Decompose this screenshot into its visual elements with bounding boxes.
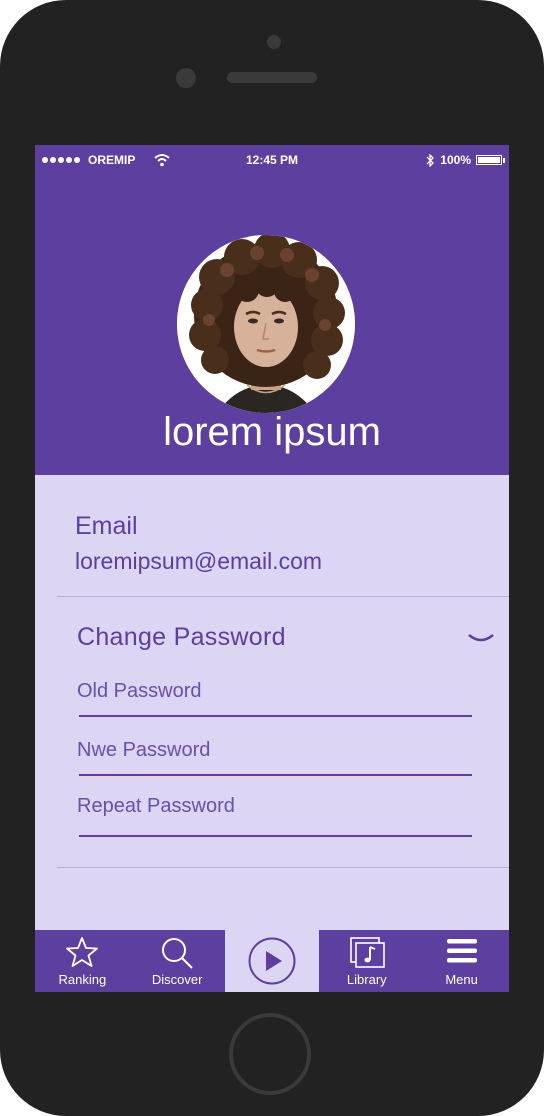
tab-library[interactable]: Library [319, 930, 414, 992]
tab-label: Menu [445, 972, 478, 987]
camera-icon [267, 35, 281, 49]
speaker-grille [227, 72, 317, 83]
new-password-field[interactable]: Nwe Password [77, 739, 472, 776]
battery-icon [476, 155, 505, 165]
chevron-down-icon[interactable] [467, 631, 495, 647]
change-password-toggle[interactable]: Change Password [77, 623, 286, 652]
bluetooth-icon [426, 153, 435, 167]
repeat-password-placeholder: Repeat Password [77, 795, 235, 817]
divider [57, 596, 509, 597]
search-icon [162, 938, 193, 969]
field-underline [79, 835, 472, 837]
new-password-placeholder: Nwe Password [77, 739, 211, 761]
tab-label: Library [346, 972, 387, 987]
status-bar: OREMIP 12:45 PM 100% [35, 145, 509, 175]
account-settings: Email loremipsum@email.com Change Passwo… [35, 475, 509, 930]
tab-label: Discover [151, 972, 203, 987]
old-password-placeholder: Old Password [77, 680, 202, 702]
tab-menu[interactable]: Menu [414, 930, 509, 992]
play-icon [248, 937, 296, 985]
tab-ranking[interactable]: Ranking [35, 930, 130, 992]
home-button[interactable] [229, 1013, 311, 1095]
tab-bar: Ranking Discover Library Menu [35, 930, 509, 992]
battery-percent: 100% [440, 153, 471, 167]
divider [57, 867, 509, 868]
tab-label: Ranking [58, 972, 107, 987]
avatar[interactable] [177, 235, 355, 413]
profile-name: lorem ipsum [163, 410, 381, 454]
menu-icon [446, 939, 477, 963]
star-icon [66, 937, 99, 967]
email-value: loremipsum@email.com [75, 548, 323, 574]
tab-discover[interactable]: Discover [130, 930, 225, 992]
field-underline [79, 774, 472, 776]
phone-frame: OREMIP 12:45 PM 100% lorem ipsum Email l… [0, 0, 544, 1116]
field-underline [79, 715, 472, 717]
profile-header: OREMIP 12:45 PM 100% lorem ipsum [35, 145, 509, 475]
front-sensor [176, 68, 196, 88]
old-password-field[interactable]: Old Password [77, 680, 472, 717]
music-library-icon [349, 937, 385, 968]
tab-play[interactable] [224, 930, 320, 992]
repeat-password-field[interactable]: Repeat Password [77, 795, 472, 837]
app-screen: OREMIP 12:45 PM 100% lorem ipsum Email l… [35, 145, 509, 992]
email-label: Email [75, 512, 138, 540]
